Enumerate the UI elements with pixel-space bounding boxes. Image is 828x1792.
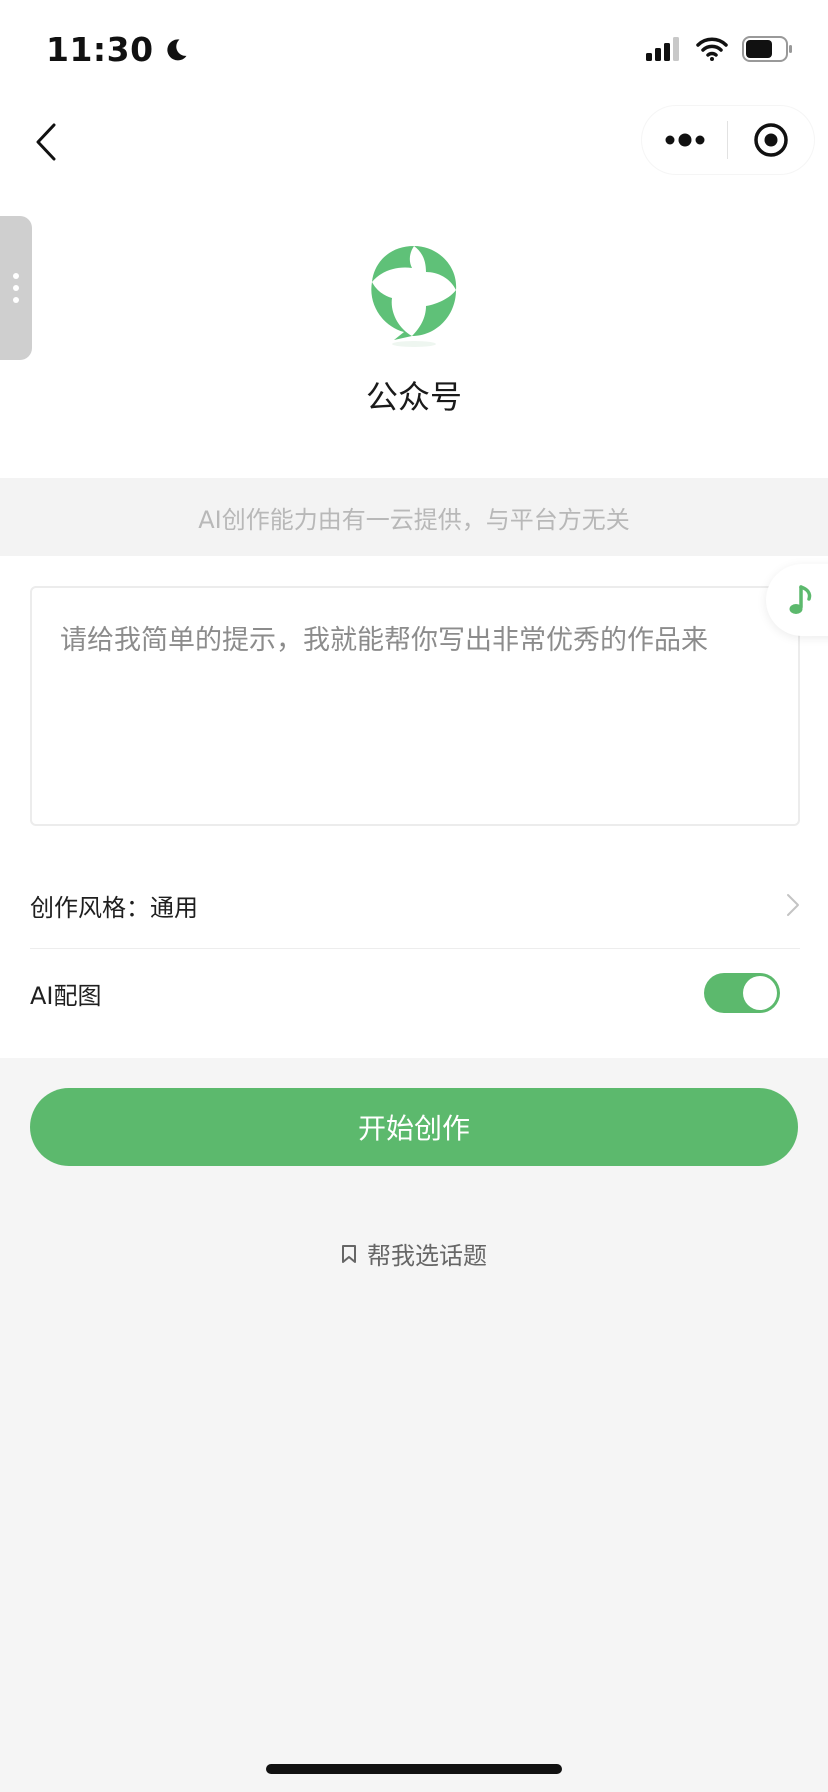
provider-notice: AI创作能力由有一云提供，与平台方无关	[0, 478, 828, 556]
signal-icon	[646, 37, 679, 61]
back-button[interactable]	[26, 118, 66, 166]
target-icon	[753, 123, 788, 157]
mini-program-capsule	[642, 106, 814, 174]
style-label-group: 创作风格：通用	[30, 888, 198, 923]
wifi-icon	[696, 37, 728, 61]
official-account-logo-icon	[371, 246, 457, 347]
time-text: 11:30	[46, 30, 154, 69]
music-note-icon	[789, 585, 812, 614]
bookmark-icon	[342, 1244, 356, 1263]
music-button[interactable]	[766, 564, 828, 636]
style-label: 创作风格：	[30, 893, 150, 922]
handle-dot	[13, 297, 19, 303]
more-dots-icon	[665, 133, 704, 147]
ai-image-row: AI配图	[30, 950, 800, 1036]
prompt-placeholder: 请给我简单的提示，我就能帮你写出非常优秀的作品来	[60, 625, 708, 656]
moon-icon	[166, 38, 187, 60]
status-bar-icons	[646, 36, 794, 62]
more-button[interactable]	[642, 106, 727, 174]
chevron-left-icon	[36, 123, 56, 161]
ai-image-label: AI配图	[30, 981, 102, 1010]
pick-topic-label: 帮我选话题	[367, 1242, 487, 1270]
start-create-button[interactable]: 开始创作	[30, 1088, 798, 1166]
side-drawer-handle[interactable]	[0, 216, 32, 360]
page-title: 公众号	[365, 378, 462, 416]
chevron-right-icon	[787, 894, 799, 916]
style-value: 通用	[150, 893, 198, 922]
status-bar-time: 11:30	[46, 30, 190, 69]
handle-dot	[13, 285, 19, 291]
handle-dot	[13, 273, 19, 279]
toggle-knob	[743, 976, 777, 1010]
home-indicator[interactable]	[266, 1764, 562, 1774]
close-button[interactable]	[728, 106, 813, 174]
prompt-input[interactable]: 请给我简单的提示，我就能帮你写出非常优秀的作品来	[30, 586, 800, 826]
pick-topic-link[interactable]: 帮我选话题	[0, 1236, 828, 1271]
ai-image-toggle[interactable]	[704, 973, 780, 1013]
style-selector[interactable]: 创作风格：通用	[30, 862, 800, 949]
battery-icon	[742, 36, 792, 62]
